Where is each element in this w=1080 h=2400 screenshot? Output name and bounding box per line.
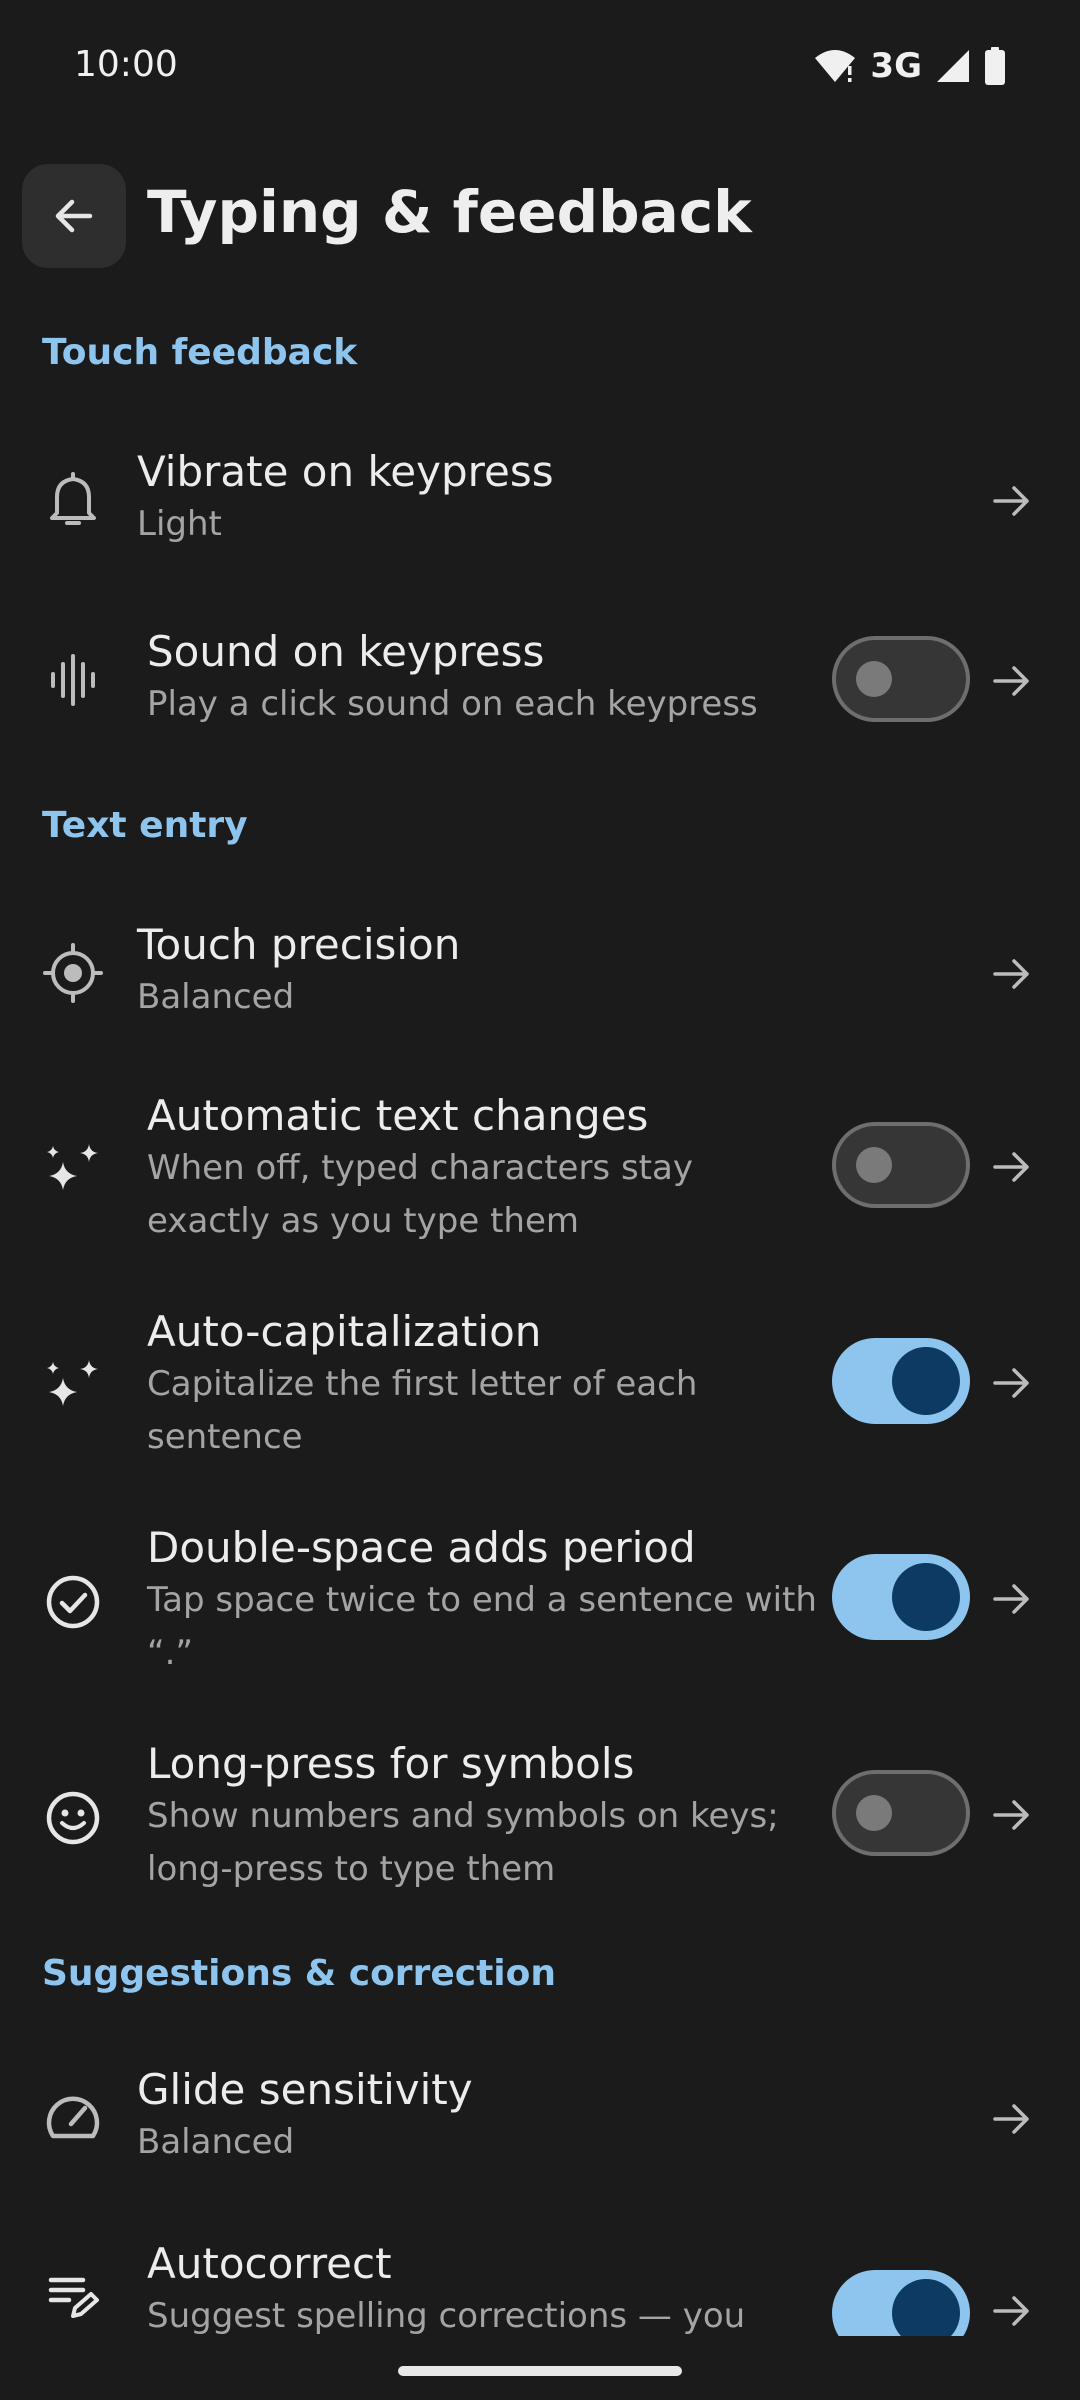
- section-header-touch-feedback: Touch feedback: [42, 332, 358, 373]
- status-icons: 3G: [814, 44, 1006, 88]
- sparkle-icon: [38, 1135, 108, 1205]
- automatic-text-changes-toggle[interactable]: [832, 1122, 970, 1208]
- gauge-icon: [38, 2083, 108, 2153]
- setting-row-glide-sensitivity[interactable]: Glide sensitivity Balanced: [0, 2058, 1080, 2178]
- setting-title: Autocorrect: [147, 2239, 392, 2288]
- setting-subtitle: Capitalize the first letter of each sent…: [147, 1364, 698, 1457]
- setting-subtitle: Light: [137, 504, 222, 544]
- status-bar: 10:00 3G: [0, 0, 1080, 130]
- section-header-suggestions-correction: Suggestions & correction: [42, 1953, 556, 1994]
- edit-list-icon: [38, 2261, 108, 2331]
- arrow-right-icon: [993, 2296, 1029, 2326]
- setting-title: Double-space adds period: [147, 1523, 696, 1572]
- home-indicator[interactable]: [398, 2366, 682, 2376]
- arrow-right-icon: [993, 1584, 1029, 1614]
- arrow-left-icon: [55, 199, 93, 233]
- setting-row-double-space-adds-period[interactable]: Double-space adds period Tap space twice…: [0, 1522, 1080, 1682]
- setting-subtitle: Tap space twice to end a sentence with “…: [147, 1580, 817, 1673]
- setting-title: Auto-capitalization: [147, 1307, 542, 1356]
- setting-subtitle: Show numbers and symbols on keys; long-p…: [147, 1796, 779, 1889]
- setting-row-long-press-for-symbols[interactable]: Long-press for symbols Show numbers and …: [0, 1738, 1080, 1898]
- crosshair-icon: [38, 938, 108, 1008]
- setting-title: Glide sensitivity: [137, 2065, 473, 2114]
- back-button[interactable]: [22, 164, 126, 268]
- auto-capitalization-toggle[interactable]: [832, 1338, 970, 1424]
- toggle-knob: [856, 1795, 892, 1831]
- long-press-for-symbols-toggle[interactable]: [832, 1770, 970, 1856]
- arrow-right-icon: [993, 2104, 1029, 2134]
- page-title: Typing & feedback: [147, 178, 752, 246]
- setting-title: Long-press for symbols: [147, 1739, 635, 1788]
- sparkle-icon: [38, 1351, 108, 1421]
- sound-on-keypress-toggle[interactable]: [832, 636, 970, 722]
- double-space-adds-period-toggle[interactable]: [832, 1554, 970, 1640]
- toggle-knob: [892, 1563, 960, 1631]
- arrow-right-icon: [993, 1800, 1029, 1830]
- setting-title: Automatic text changes: [147, 1091, 649, 1140]
- arrow-right-icon: [993, 1368, 1029, 1398]
- setting-row-auto-capitalization[interactable]: Auto-capitalization Capitalize the first…: [0, 1306, 1080, 1466]
- section-header-text-entry: Text entry: [42, 805, 248, 846]
- toggle-knob: [856, 1147, 892, 1183]
- network-type: 3G: [870, 46, 922, 86]
- arrow-right-icon: [993, 1152, 1029, 1182]
- setting-subtitle: Balanced: [137, 977, 295, 1017]
- setting-subtitle: Play a click sound on each keypress: [147, 684, 758, 724]
- sound-wave-icon: [38, 645, 108, 715]
- toggle-knob: [856, 661, 892, 697]
- battery-icon: [985, 47, 1005, 85]
- bell-icon: [38, 465, 108, 535]
- setting-row-vibrate-on-keypress[interactable]: Vibrate on keypress Light: [0, 440, 1080, 560]
- setting-row-touch-precision[interactable]: Touch precision Balanced: [0, 913, 1080, 1033]
- smiley-icon: [38, 1783, 108, 1853]
- toggle-knob: [892, 1347, 960, 1415]
- arrow-right-icon: [993, 959, 1029, 989]
- app-bar: Typing & feedback: [0, 150, 1080, 280]
- wifi-icon: [815, 50, 856, 82]
- setting-row-automatic-text-changes[interactable]: Automatic text changes When off, typed c…: [0, 1090, 1080, 1250]
- setting-title: Touch precision: [137, 920, 461, 969]
- arrow-right-icon: [993, 486, 1029, 516]
- check-circle-icon: [38, 1567, 108, 1637]
- status-time: 10:00: [74, 44, 178, 85]
- signal-icon: [937, 50, 969, 82]
- setting-subtitle: When off, typed characters stay exactly …: [147, 1148, 693, 1241]
- setting-title: Vibrate on keypress: [137, 447, 554, 496]
- setting-title: Sound on keypress: [147, 627, 545, 676]
- setting-subtitle: Balanced: [137, 2122, 295, 2162]
- arrow-right-icon: [993, 666, 1029, 696]
- setting-row-sound-on-keypress[interactable]: Sound on keypress Play a click sound on …: [0, 620, 1080, 740]
